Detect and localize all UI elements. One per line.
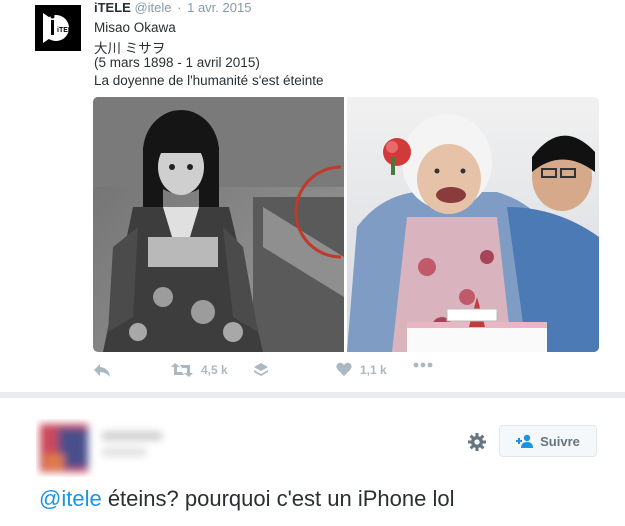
photo-elderly-woman[interactable] bbox=[347, 97, 599, 352]
author-name[interactable]: iTELE bbox=[94, 0, 131, 15]
tweet-header: iTELE @itele · 1 avr. 2015 bbox=[94, 0, 251, 16]
retweet-action[interactable]: 4,5 k bbox=[171, 362, 228, 378]
blurred-user-info[interactable] bbox=[36, 418, 176, 478]
retweet-icon bbox=[171, 363, 193, 377]
reply-action[interactable] bbox=[93, 362, 111, 378]
follow-label: Suivre bbox=[540, 433, 580, 449]
more-icon bbox=[413, 362, 433, 368]
follow-user-icon bbox=[516, 434, 534, 448]
reply-text: @itele éteins? pourquoi c'est un iPhone … bbox=[39, 486, 454, 512]
retweet-count: 4,5 k bbox=[201, 363, 228, 377]
header-separator: · bbox=[177, 0, 182, 15]
more-action[interactable] bbox=[413, 362, 433, 368]
tweet-text-line-3: (5 mars 1898 - 1 avril 2015) bbox=[94, 55, 260, 70]
tweet-date[interactable]: 1 avr. 2015 bbox=[187, 0, 251, 15]
tweet-text-line-2: 大川 ミサヲ bbox=[94, 41, 166, 56]
layers-icon bbox=[254, 363, 268, 376]
follow-button[interactable]: Suivre bbox=[499, 425, 597, 457]
blurred-avatar bbox=[40, 424, 162, 472]
itele-avatar[interactable]: iTELE bbox=[35, 5, 81, 51]
photo-young-girl[interactable] bbox=[93, 97, 344, 352]
tweet-text-line-4: La doyenne de l'humanité s'est éteinte bbox=[94, 73, 324, 88]
like-count: 1,1 k bbox=[360, 362, 387, 377]
itele-logo: iTELE bbox=[35, 5, 81, 51]
reply-body: éteins? pourquoi c'est un iPhone lol bbox=[101, 486, 455, 511]
tweet-media[interactable] bbox=[93, 97, 599, 352]
tweet-action-bar: 4,5 k 1,1 k bbox=[93, 362, 453, 382]
layers-action[interactable] bbox=[253, 362, 269, 378]
tweet-text-line-1: Misao Okawa bbox=[94, 20, 176, 35]
like-action[interactable]: 1,1 k bbox=[336, 362, 387, 377]
gear-icon bbox=[468, 433, 486, 451]
heart-icon bbox=[336, 362, 352, 376]
original-tweet: iTELE iTELE @itele · 1 avr. 2015 Misao O… bbox=[0, 0, 625, 390]
reply-tweet: Suivre @itele éteins? pourquoi c'est un … bbox=[0, 398, 625, 526]
mention-link[interactable]: @itele bbox=[39, 486, 102, 511]
author-handle[interactable]: @itele bbox=[134, 0, 171, 15]
settings-gear[interactable] bbox=[466, 431, 488, 453]
logo-text: iTELE bbox=[57, 27, 77, 34]
reply-icon bbox=[94, 364, 110, 377]
